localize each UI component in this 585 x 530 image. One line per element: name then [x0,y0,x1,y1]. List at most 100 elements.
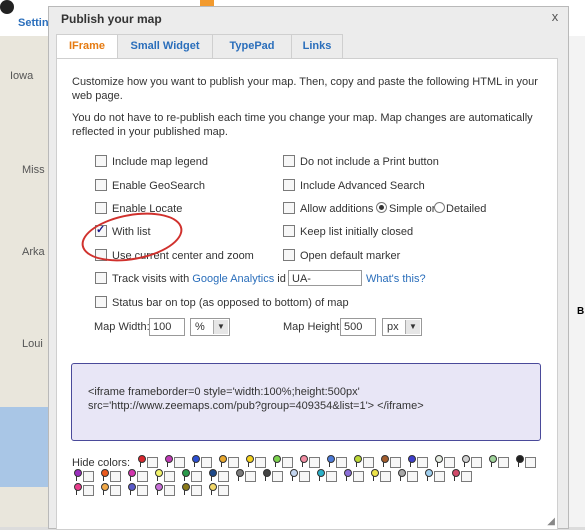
color-pin-icon [180,483,190,495]
hide-color-checkbox[interactable] [147,457,158,468]
close-icon[interactable]: x [548,10,562,24]
map-width-unit-select[interactable]: % ▼ [190,318,230,336]
hide-color-checkbox[interactable] [255,457,266,468]
hide-color-checkbox[interactable] [309,457,320,468]
hide-color-checkbox[interactable] [380,471,391,482]
hide-color-checkbox[interactable] [407,471,418,482]
map-width-label: Map Width: [94,321,150,333]
additions-detailed-label: Detailed [446,203,487,215]
enable-geosearch-checkbox[interactable] [95,179,107,191]
keep-list-closed-label: Keep list initially closed [300,226,414,238]
hide-color-checkbox[interactable] [83,485,94,496]
color-pin-icon [180,469,190,481]
color-pin-icon [207,469,217,481]
tab-iframe[interactable]: IFrame [56,34,118,59]
color-pin-icon [126,483,136,495]
hide-color-checkbox[interactable] [434,471,445,482]
tab-small-widget[interactable]: Small Widget [117,34,213,58]
enable-locate-checkbox[interactable] [95,202,107,214]
hide-color-checkbox[interactable] [218,485,229,496]
hide-color-checkbox[interactable] [164,485,175,496]
track-visits-checkbox[interactable] [95,272,107,284]
allow-additions-checkbox[interactable] [283,202,295,214]
hide-color-checkbox[interactable] [174,457,185,468]
hide-color-checkbox[interactable] [461,471,472,482]
map-height-input[interactable]: 500 [340,318,376,336]
hide-color-checkbox[interactable] [164,471,175,482]
allow-additions-label: Allow additions [300,203,374,215]
additions-detailed-radio[interactable] [434,202,445,213]
tab-links[interactable]: Links [291,34,343,58]
hide-color-checkbox[interactable] [191,485,202,496]
color-pin-icon [217,455,227,467]
include-legend-checkbox[interactable] [95,155,107,167]
hide-color-checkbox[interactable] [525,457,536,468]
no-print-button-checkbox[interactable] [283,155,295,167]
color-pin-icon [450,469,460,481]
color-pin-icon [207,483,217,495]
hide-color-checkbox[interactable] [282,457,293,468]
republish-note: You do not have to re-publish each time … [72,112,533,138]
hide-color-checkbox[interactable] [110,471,121,482]
analytics-id-input[interactable]: UA- [288,270,362,286]
hide-color-checkbox[interactable] [218,471,229,482]
color-pin-icon [315,469,325,481]
hide-color-checkbox[interactable] [353,471,364,482]
background-map: Iowa Miss Arka Loui [0,36,48,527]
hide-color-checkbox[interactable] [471,457,482,468]
chevron-down-icon: ▼ [213,320,228,334]
hide-color-checkbox[interactable] [272,471,283,482]
additions-simple-radio[interactable] [376,202,387,213]
resize-grip-icon[interactable]: ◢ [547,516,555,527]
map-width-input[interactable]: 100 [149,318,185,336]
color-pin-icon [342,469,352,481]
color-pin-icon [99,483,109,495]
hide-color-checkbox[interactable] [444,457,455,468]
color-pin-icon [153,483,163,495]
hide-color-checkbox[interactable] [83,471,94,482]
color-pin-icon [261,469,271,481]
color-pin-icon [190,455,200,467]
hide-color-checkbox[interactable] [201,457,212,468]
color-pin-icon [288,469,298,481]
map-label: Miss [22,164,45,176]
hide-color-checkbox[interactable] [228,457,239,468]
chevron-down-icon: ▼ [405,320,420,334]
tab-typepad[interactable]: TypePad [212,34,292,58]
include-legend-label: Include map legend [112,156,209,168]
color-pin-icon [460,455,470,467]
hide-color-checkbox[interactable] [191,471,202,482]
color-pin-icon [163,455,173,467]
hide-color-checkbox[interactable] [326,471,337,482]
hide-color-checkbox[interactable] [110,485,121,496]
hide-color-checkbox[interactable] [363,457,374,468]
hide-color-checkbox[interactable] [417,457,428,468]
advanced-search-label: Include Advanced Search [300,180,425,192]
hide-color-checkbox[interactable] [245,471,256,482]
google-analytics-link[interactable]: Google Analytics [192,273,274,285]
open-default-marker-label: Open default marker [300,250,401,262]
color-pin-icon [379,455,389,467]
map-height-label: Map Height: [283,321,343,333]
hide-color-checkbox[interactable] [390,457,401,468]
whats-this-link[interactable]: What's this? [366,273,426,285]
color-pin-icon [514,455,524,467]
embed-code-box[interactable]: <iframe frameborder=0 style='width:100%;… [71,363,541,441]
status-bar-top-checkbox[interactable] [95,296,107,308]
map-height-unit-select[interactable]: px ▼ [382,318,422,336]
additions-simple-label: Simple or [389,203,436,215]
hide-color-checkbox[interactable] [137,485,148,496]
hide-color-checkbox[interactable] [299,471,310,482]
color-pin-icon [234,469,244,481]
keep-list-closed-checkbox[interactable] [283,225,295,237]
hide-color-checkbox[interactable] [336,457,347,468]
hide-color-checkbox[interactable] [137,471,148,482]
open-default-marker-checkbox[interactable] [283,249,295,261]
map-label: Arka [22,246,45,258]
background-settings-tab[interactable]: Settin [18,17,49,29]
embed-code-line: src='http://www.zeemaps.com/pub?group=40… [88,400,424,412]
dialog-titlebar[interactable]: Publish your map x [49,7,568,31]
color-pin-icon [99,469,109,481]
advanced-search-checkbox[interactable] [283,179,295,191]
hide-color-checkbox[interactable] [498,457,509,468]
